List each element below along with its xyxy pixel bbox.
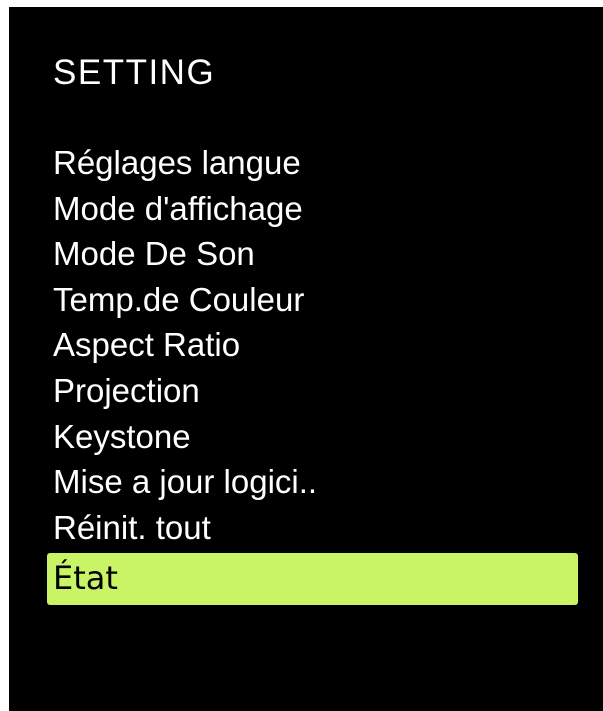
menu-item-projection[interactable]: Projection (9, 369, 603, 415)
menu-item-color-temperature[interactable]: Temp.de Couleur (9, 278, 603, 324)
menu-item-keystone[interactable]: Keystone (9, 415, 603, 461)
menu-item-label: Mise a jour logici.. (53, 463, 318, 501)
menu-item-label: Aspect Ratio (53, 326, 241, 364)
menu-item-label: Keystone (53, 417, 191, 455)
menu-item-label: État (53, 559, 118, 598)
menu-item-label: Projection (53, 371, 200, 409)
page-title: SETTING (53, 53, 216, 92)
menu-item-label: Réglages langue (53, 144, 301, 181)
menu-item-software-update[interactable]: Mise a jour logici.. (9, 460, 603, 506)
settings-screen: SETTING Réglages langue Mode d'affichage… (9, 7, 603, 711)
menu-item-sound-mode[interactable]: Mode De Son (9, 232, 603, 278)
menu-item-status[interactable]: État (47, 553, 578, 606)
menu-item-aspect-ratio[interactable]: Aspect Ratio (9, 323, 603, 369)
menu-item-label: Mode d'affichage (53, 189, 303, 227)
menu-item-display-mode[interactable]: Mode d'affichage (9, 187, 603, 233)
menu-item-label: Temp.de Couleur (53, 280, 305, 318)
settings-menu: Réglages langue Mode d'affichage Mode De… (9, 141, 603, 606)
menu-item-label: Mode De Son (53, 235, 255, 273)
menu-item-reset-all[interactable]: Réinit. tout (9, 506, 603, 552)
menu-item-language[interactable]: Réglages langue (9, 141, 603, 187)
menu-item-label: Réinit. tout (53, 508, 211, 546)
